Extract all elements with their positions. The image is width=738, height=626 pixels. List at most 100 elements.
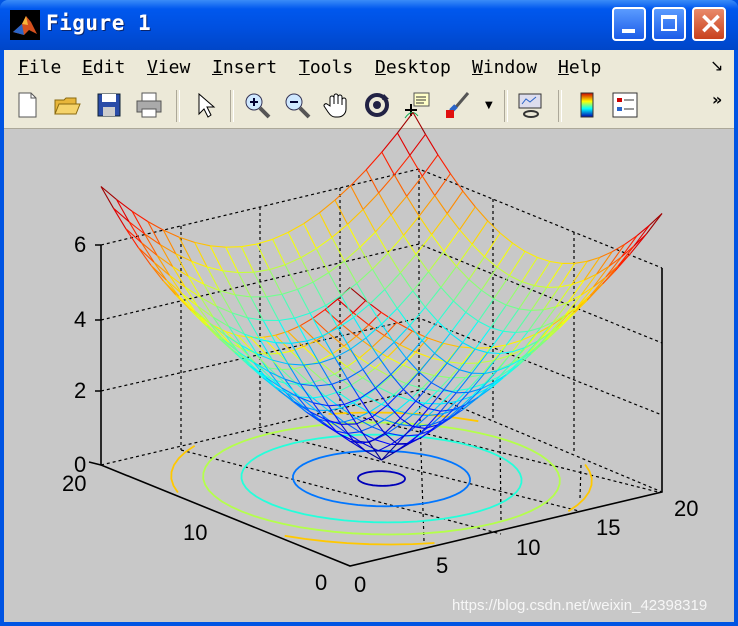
mesh-line xyxy=(456,266,470,280)
mesh-line xyxy=(546,263,563,288)
mesh-line xyxy=(399,400,417,419)
mesh-line xyxy=(387,252,401,274)
mesh-line xyxy=(375,214,392,233)
mesh-line xyxy=(312,281,327,306)
surface-plot[interactable]: 0 2 4 6 0 10 20 0 5 10 15 20 xyxy=(0,0,738,626)
mesh-line xyxy=(456,243,473,267)
mesh-line xyxy=(427,337,444,344)
mesh-line xyxy=(309,379,323,384)
mesh-line xyxy=(474,327,492,350)
mesh-line xyxy=(303,223,317,249)
mesh-line xyxy=(331,384,345,405)
mesh-line xyxy=(462,190,476,208)
mesh-line xyxy=(300,248,317,259)
mesh-line xyxy=(459,229,473,245)
mesh-line xyxy=(428,271,442,288)
mesh-line xyxy=(321,335,336,358)
mesh-line xyxy=(172,266,186,288)
mesh-line xyxy=(328,272,342,296)
mesh-line xyxy=(418,195,436,217)
mesh-line xyxy=(403,215,420,236)
mesh-line xyxy=(290,346,304,352)
mesh-line xyxy=(596,265,610,275)
mesh-line xyxy=(374,367,391,378)
mesh-line xyxy=(531,309,544,311)
mesh-line xyxy=(433,361,448,376)
mesh-line xyxy=(415,254,429,273)
mesh-line xyxy=(300,396,313,399)
mesh-line xyxy=(278,320,292,344)
mesh-line xyxy=(312,317,329,334)
mesh-line xyxy=(225,246,242,248)
mesh-line xyxy=(241,243,258,248)
mesh-line xyxy=(381,132,398,153)
z-tick-6: 6 xyxy=(74,232,86,257)
mesh-line xyxy=(328,260,345,274)
mesh-line xyxy=(496,266,510,277)
mesh-line xyxy=(443,251,457,267)
mesh-line xyxy=(378,192,392,216)
mesh-line xyxy=(481,289,495,300)
mesh-line xyxy=(297,281,314,290)
mesh-line xyxy=(403,235,417,255)
mesh-line xyxy=(384,272,401,290)
mesh-line xyxy=(253,269,270,273)
mesh-line xyxy=(116,199,130,223)
mesh-line xyxy=(334,185,351,201)
mesh-line xyxy=(493,275,510,300)
mesh-line xyxy=(381,151,395,176)
mesh-line xyxy=(371,335,385,348)
mesh-line xyxy=(478,320,491,329)
mesh-line xyxy=(645,213,663,235)
mesh-line xyxy=(461,347,476,364)
mesh-line xyxy=(384,289,398,309)
mesh-line xyxy=(487,352,501,355)
mesh-line xyxy=(443,342,460,348)
mesh-line xyxy=(365,323,382,339)
mesh-line xyxy=(324,309,342,324)
mesh-line xyxy=(262,336,279,354)
x-axis-ticks: 0 5 10 15 20 xyxy=(354,496,698,597)
mesh-line xyxy=(390,214,405,236)
mesh-line xyxy=(484,232,501,258)
mesh-line xyxy=(487,330,504,354)
mesh-line xyxy=(487,220,501,234)
mesh-line xyxy=(325,305,339,329)
mesh-line xyxy=(524,250,538,258)
mesh-line xyxy=(518,285,535,310)
mesh-line xyxy=(349,377,363,387)
mesh-line xyxy=(412,290,426,308)
mesh-line xyxy=(190,310,208,326)
y-axis-ticks: 0 10 20 xyxy=(62,471,327,595)
mesh-line xyxy=(315,236,333,250)
mesh-line xyxy=(425,134,439,156)
mesh-line xyxy=(393,154,411,176)
mesh-line xyxy=(352,312,370,326)
mesh-line xyxy=(116,199,133,212)
mesh-line xyxy=(156,254,174,268)
mesh-line xyxy=(390,376,407,385)
mesh-line xyxy=(378,341,395,358)
mesh-line xyxy=(396,112,414,134)
mesh-line xyxy=(343,246,361,262)
mesh-line xyxy=(347,368,364,380)
mesh-line xyxy=(184,286,202,298)
mesh-line xyxy=(549,260,563,264)
mesh-line xyxy=(318,212,333,238)
mesh-line xyxy=(512,242,526,252)
mesh-line xyxy=(409,154,423,177)
mesh-line xyxy=(390,195,408,216)
mesh-line xyxy=(406,358,420,373)
mesh-line xyxy=(384,322,398,336)
mesh-line xyxy=(371,268,386,290)
mesh-line xyxy=(456,391,469,394)
mesh-line xyxy=(462,320,479,343)
mesh-line xyxy=(235,294,251,298)
mesh-line xyxy=(406,175,423,197)
mesh-line xyxy=(272,239,286,266)
mesh-line xyxy=(509,275,523,283)
mesh-line xyxy=(508,251,526,276)
mesh-line xyxy=(281,288,298,295)
mesh-line xyxy=(446,362,460,371)
mesh-line xyxy=(431,234,445,252)
